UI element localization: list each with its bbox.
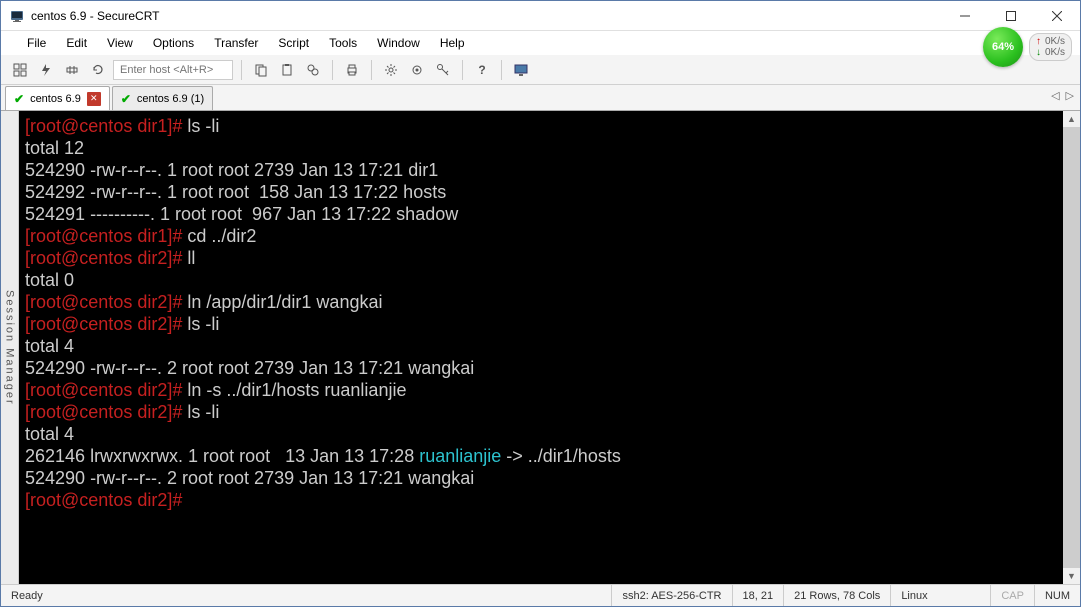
menu-help[interactable]: Help: [430, 34, 475, 52]
tab-label: centos 6.9 (1): [137, 93, 204, 105]
print-icon[interactable]: [341, 59, 363, 81]
gear-icon[interactable]: [406, 59, 428, 81]
workspace: Session Manager [root@centos dir1]# ls -…: [1, 111, 1080, 584]
status-num: NUM: [1035, 585, 1080, 606]
toolbar: ?: [1, 55, 1080, 85]
svg-text:?: ?: [478, 63, 485, 77]
tab-nav: ◁ ▷: [1051, 89, 1074, 102]
key-icon[interactable]: [432, 59, 454, 81]
status-os: Linux: [891, 585, 991, 606]
scrollbar[interactable]: ▲ ▼: [1063, 111, 1080, 584]
menu-options[interactable]: Options: [143, 34, 204, 52]
status-protocol: ssh2: AES-256-CTR: [612, 585, 732, 606]
scroll-down-icon[interactable]: ▼: [1063, 568, 1080, 584]
toolbar-separator: [501, 60, 502, 80]
download-speed: 0K/s: [1045, 47, 1065, 58]
menu-tools[interactable]: Tools: [319, 34, 367, 52]
titlebar: centos 6.9 - SecureCRT: [1, 1, 1080, 31]
tab-centos-1[interactable]: ✔ centos 6.9 (1): [112, 86, 213, 110]
app-icon: [9, 8, 25, 24]
scroll-up-icon[interactable]: ▲: [1063, 111, 1080, 127]
status-dimensions: 21 Rows, 78 Cols: [784, 585, 891, 606]
terminal[interactable]: [root@centos dir1]# ls -litotal 12524290…: [19, 111, 1080, 584]
menu-transfer[interactable]: Transfer: [204, 34, 268, 52]
menu-edit[interactable]: Edit: [56, 34, 97, 52]
upload-arrow-icon: ↑: [1036, 36, 1041, 47]
scroll-thumb[interactable]: [1063, 127, 1080, 568]
check-icon: ✔: [14, 92, 24, 106]
toolbar-separator: [332, 60, 333, 80]
toolbar-separator: [241, 60, 242, 80]
sessions-icon[interactable]: [9, 59, 31, 81]
upload-speed: 0K/s: [1045, 36, 1065, 47]
scroll-track[interactable]: [1063, 127, 1080, 568]
toolbar-separator: [371, 60, 372, 80]
tab-prev-icon[interactable]: ◁: [1051, 89, 1059, 102]
screen-icon[interactable]: [510, 59, 532, 81]
window-controls: [942, 1, 1080, 30]
speed-readout: ↑ 0K/s ↓ 0K/s: [1029, 33, 1072, 61]
menubar: File Edit View Options Transfer Script T…: [1, 31, 1080, 55]
download-arrow-icon: ↓: [1036, 47, 1041, 58]
settings-icon[interactable]: [380, 59, 402, 81]
paste-icon[interactable]: [276, 59, 298, 81]
terminal-container: [root@centos dir1]# ls -litotal 12524290…: [19, 111, 1080, 584]
status-ready: Ready: [1, 585, 612, 606]
speed-widget: 64% ↑ 0K/s ↓ 0K/s: [983, 27, 1072, 67]
speed-gauge: 64%: [983, 27, 1023, 67]
status-cursor-pos: 18, 21: [733, 585, 785, 606]
statusbar: Ready ssh2: AES-256-CTR 18, 21 21 Rows, …: [1, 584, 1080, 606]
host-input[interactable]: [113, 60, 233, 80]
quick-connect-icon[interactable]: [35, 59, 57, 81]
menu-file[interactable]: File: [17, 34, 56, 52]
tab-centos-active[interactable]: ✔ centos 6.9 ✕: [5, 86, 110, 110]
tabbar: ✔ centos 6.9 ✕ ✔ centos 6.9 (1) ◁ ▷: [1, 85, 1080, 111]
menu-script[interactable]: Script: [268, 34, 319, 52]
maximize-button[interactable]: [988, 1, 1034, 30]
find-icon[interactable]: [302, 59, 324, 81]
window-title: centos 6.9 - SecureCRT: [31, 9, 942, 23]
reconnect-icon[interactable]: [87, 59, 109, 81]
minimize-button[interactable]: [942, 1, 988, 30]
session-manager-tab[interactable]: Session Manager: [1, 111, 19, 584]
close-button[interactable]: [1034, 1, 1080, 30]
check-icon: ✔: [121, 92, 131, 106]
connect-icon[interactable]: [61, 59, 83, 81]
copy-icon[interactable]: [250, 59, 272, 81]
toolbar-separator: [462, 60, 463, 80]
tab-close-icon[interactable]: ✕: [87, 92, 101, 106]
menu-view[interactable]: View: [97, 34, 143, 52]
menu-window[interactable]: Window: [367, 34, 430, 52]
status-cap: CAP: [991, 585, 1035, 606]
tab-next-icon[interactable]: ▷: [1066, 89, 1074, 102]
tab-label: centos 6.9: [30, 93, 81, 105]
help-icon[interactable]: ?: [471, 59, 493, 81]
